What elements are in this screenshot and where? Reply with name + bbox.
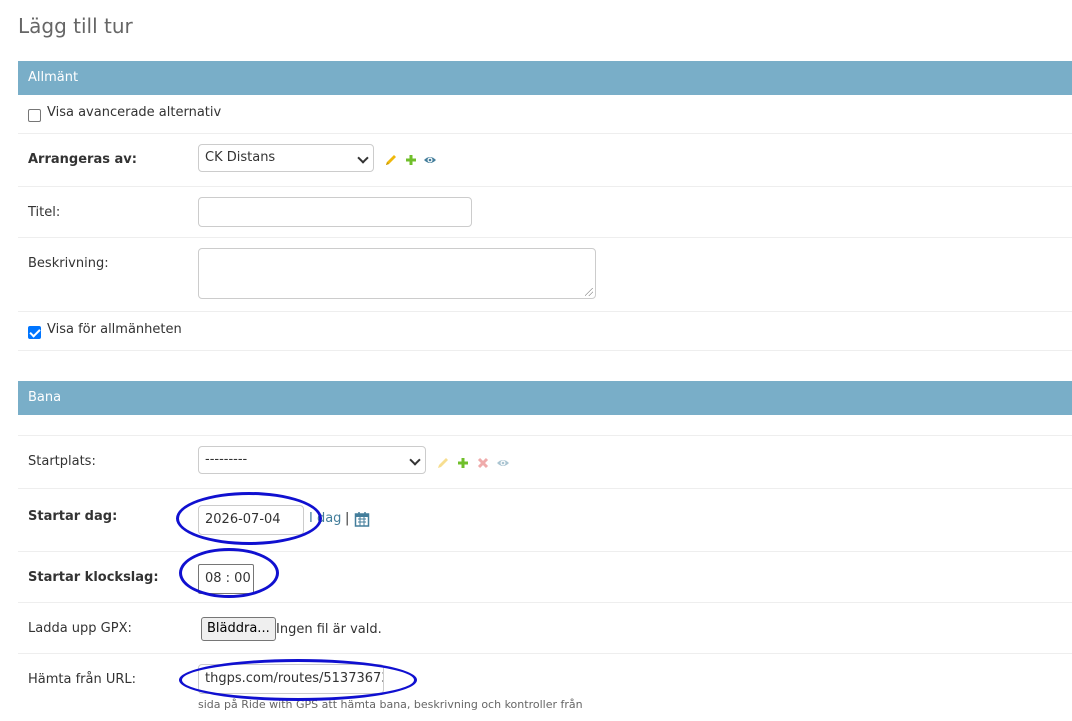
row-spacer [18,415,1072,436]
title-label: Titel: [28,205,61,220]
row-start-date: Startar dag: 2026-07-04 I dag | [18,489,1072,552]
url-label: Hämta från URL: [28,672,137,687]
row-url: Hämta från URL: thgps.com/routes/5137367… [18,654,1072,721]
public-label[interactable]: Visa för allmänheten [47,322,182,337]
row-start-location: Startplats: --------- [18,436,1072,489]
url-help-text: sida på Ride with GPS att hämta bana, be… [198,698,583,711]
eye-icon [496,456,510,470]
start-location-select-value: --------- [205,452,248,467]
calendar-icon[interactable] [354,511,370,527]
advanced-options-label[interactable]: Visa avancerade alternativ [47,105,221,120]
description-label: Beskrivning: [28,256,109,271]
advanced-options-checkbox[interactable] [28,109,41,122]
row-gpx: Ladda upp GPX: Bläddra... Ingen fil är v… [18,603,1072,654]
plus-icon[interactable] [456,456,470,470]
start-time-input[interactable]: 08 : 00 [198,564,254,594]
pencil-icon [436,456,450,470]
plus-icon[interactable] [404,153,418,167]
row-description: Beskrivning: [18,238,1072,312]
start-date-input[interactable]: 2026-07-04 [198,505,304,535]
chevron-down-icon [409,454,421,466]
eye-icon[interactable] [423,153,437,167]
row-public: Visa för allmänheten [18,312,1072,351]
row-start-time: Startar klockslag: 08 : 00 [18,552,1072,603]
page-title: Lägg till tur [18,14,133,38]
chevron-down-icon [357,152,369,164]
start-location-select[interactable]: --------- [198,446,426,474]
row-organizer: Arrangeras av: CK Distans [18,134,1072,187]
section-header-route: Bana [18,381,1072,415]
gpx-label: Ladda upp GPX: [28,621,132,636]
row-title: Titel: [18,187,1072,238]
organizer-label: Arrangeras av: [28,152,137,167]
today-link[interactable]: I dag [309,511,341,526]
date-separator: | [345,511,350,526]
file-status-text: Ingen fil är vald. [276,622,382,637]
pencil-icon[interactable] [384,153,398,167]
delete-icon [476,456,490,470]
start-time-label: Startar klockslag: [28,570,159,585]
public-checkbox[interactable] [28,326,41,339]
start-location-label: Startplats: [28,454,96,469]
start-date-label: Startar dag: [28,509,118,524]
description-textarea[interactable] [198,248,596,299]
organizer-select-value: CK Distans [205,150,276,165]
title-input[interactable] [198,197,472,227]
row-advanced: Visa avancerade alternativ [18,95,1072,134]
organizer-select[interactable]: CK Distans [198,144,374,172]
browse-button[interactable]: Bläddra... [201,617,276,641]
url-input[interactable]: thgps.com/routes/51373673 [198,664,384,694]
section-header-general: Allmänt [18,61,1072,95]
resize-handle[interactable] [585,288,593,296]
